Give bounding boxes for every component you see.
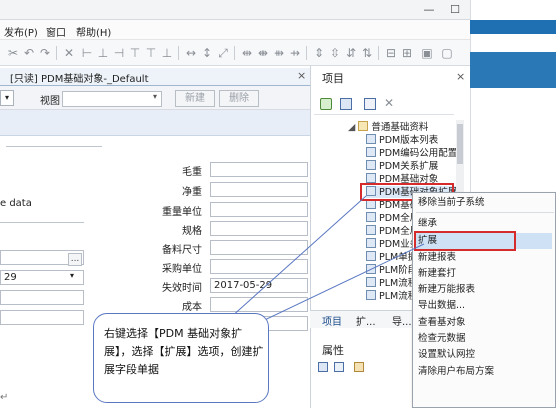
instruction-callout-text: 右键选择【PDM 基础对象扩展】，选择【扩展】选项，创建扩展字段单据	[104, 327, 264, 376]
paragraph-mark-icon: ↵	[0, 392, 9, 403]
callout-connector	[229, 195, 425, 327]
